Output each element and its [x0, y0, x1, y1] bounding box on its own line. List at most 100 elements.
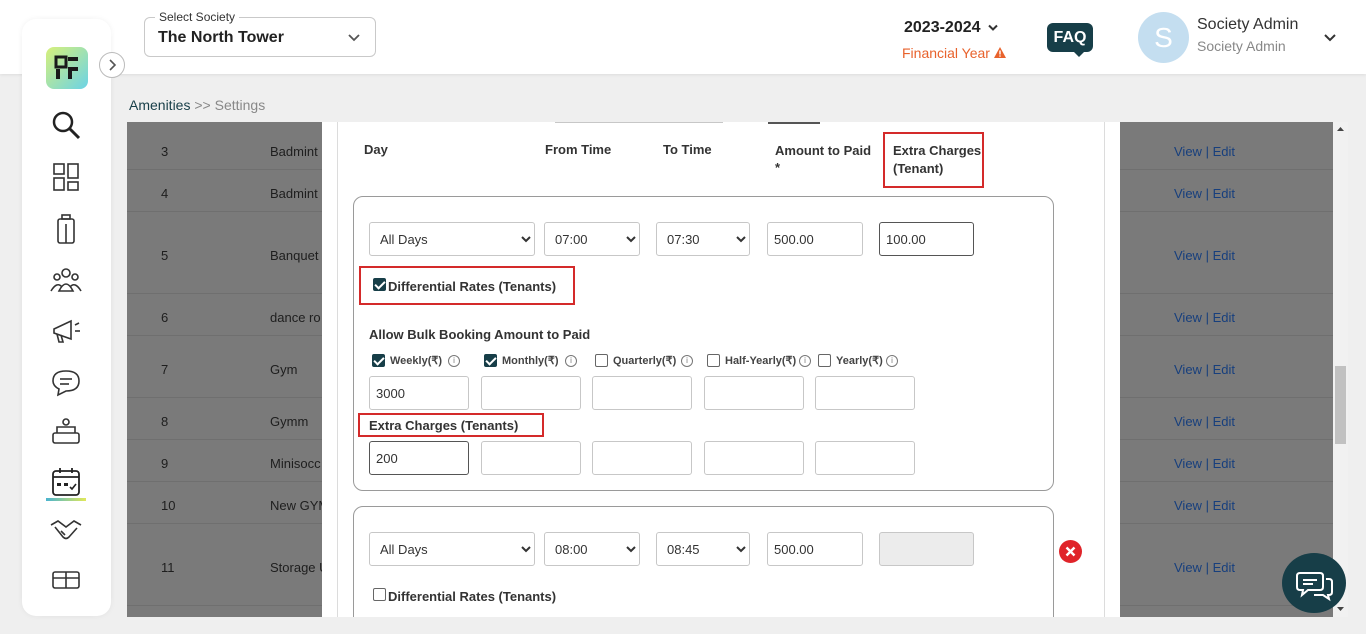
quarterly-checkbox[interactable]: [595, 354, 608, 367]
remove-slot-button[interactable]: [1059, 540, 1082, 563]
input-edge: [555, 122, 723, 123]
user-menu-chevron-icon[interactable]: [1322, 30, 1338, 46]
column-header-day: Day: [364, 142, 388, 157]
edit-link[interactable]: Edit: [1213, 144, 1235, 159]
half-yearly-checkbox[interactable]: [707, 354, 720, 367]
quarterly-extra-input[interactable]: [592, 441, 692, 475]
yearly-label: Yearly(₹): [836, 355, 883, 367]
view-link[interactable]: View: [1174, 248, 1202, 263]
app-logo: [46, 47, 88, 89]
column-header-from-time: From Time: [545, 142, 612, 157]
active-nav-indicator: [46, 498, 86, 501]
half-yearly-label: Half-Yearly(₹): [725, 355, 797, 367]
edit-link[interactable]: Edit: [1213, 414, 1235, 429]
yearly-extra-input[interactable]: [815, 441, 915, 475]
info-icon[interactable]: i: [681, 355, 693, 367]
info-icon[interactable]: i: [565, 355, 577, 367]
chevron-down-icon: [348, 34, 360, 42]
monthly-amount-input[interactable]: [481, 376, 581, 410]
top-header: Select Society The North Tower 2023-2024…: [0, 0, 1366, 74]
chat-bubble-icon: [1296, 572, 1333, 602]
announcement-icon[interactable]: [49, 313, 83, 347]
page-scrollbar[interactable]: [1333, 122, 1348, 617]
from-time-select[interactable]: 07:00: [544, 222, 640, 256]
edit-link[interactable]: Edit: [1213, 560, 1235, 575]
search-icon[interactable]: [49, 108, 83, 142]
info-icon[interactable]: i: [448, 355, 460, 367]
to-time-select[interactable]: 08:45: [656, 532, 750, 566]
day-select[interactable]: All Days: [369, 532, 535, 566]
view-link[interactable]: View: [1174, 560, 1202, 575]
monthly-checkbox[interactable]: [484, 354, 497, 367]
view-link[interactable]: View: [1174, 310, 1202, 325]
half-yearly-amount-input[interactable]: [704, 376, 804, 410]
edit-link[interactable]: Edit: [1213, 310, 1235, 325]
chat-icon[interactable]: [49, 365, 83, 399]
from-time-select[interactable]: 08:00: [544, 532, 640, 566]
financial-year-label: Financial Year: [902, 45, 990, 61]
members-icon[interactable]: [49, 263, 83, 297]
info-icon[interactable]: i: [799, 355, 811, 367]
day-select[interactable]: All Days: [369, 222, 535, 256]
avatar[interactable]: S: [1138, 12, 1189, 63]
edit-link[interactable]: Edit: [1213, 362, 1235, 377]
differential-rates-label: Differential Rates (Tenants): [388, 589, 557, 604]
differential-rates-checkbox[interactable]: [373, 588, 386, 601]
view-link[interactable]: View: [1174, 186, 1202, 201]
dashboard-icon[interactable]: [49, 160, 83, 194]
bulk-booking-label: Allow Bulk Booking Amount to Paid: [369, 327, 591, 342]
breadcrumb-parent[interactable]: Amenities: [129, 97, 190, 113]
financial-year-value: 2023-2024: [904, 19, 981, 36]
breadcrumb-separator: >>: [194, 97, 211, 113]
handshake-icon[interactable]: [49, 513, 83, 547]
column-header-to-time: To Time: [663, 142, 712, 157]
weekly-amount-input[interactable]: [369, 376, 469, 410]
amenity-settings-modal: Day From Time To Time Amount to Paid * Ex…: [322, 122, 1120, 617]
extra-charges-input[interactable]: [879, 222, 974, 256]
sidebar: [22, 19, 111, 616]
close-icon: [1065, 546, 1076, 557]
edit-link[interactable]: Edit: [1213, 248, 1235, 263]
edit-link[interactable]: Edit: [1213, 456, 1235, 471]
financial-year-selector[interactable]: 2023-2024 Financial Year: [902, 19, 1006, 61]
edit-link[interactable]: Edit: [1213, 498, 1235, 513]
chat-support-button[interactable]: [1282, 553, 1346, 613]
to-time-select[interactable]: 07:30: [656, 222, 750, 256]
faq-button[interactable]: FAQ: [1047, 23, 1093, 57]
view-link[interactable]: View: [1174, 456, 1202, 471]
building-icon[interactable]: [49, 212, 83, 246]
yearly-amount-input[interactable]: [815, 376, 915, 410]
calendar-icon[interactable]: [49, 465, 83, 499]
services-icon[interactable]: [49, 415, 83, 449]
view-link[interactable]: View: [1174, 498, 1202, 513]
logo-icon: [54, 55, 78, 79]
breadcrumb: Amenities >> Settings: [129, 97, 265, 113]
sidebar-collapse-button[interactable]: [99, 52, 125, 78]
warning-icon: [993, 47, 1006, 58]
weekly-label: Weekly(₹): [390, 355, 443, 367]
amount-input[interactable]: [767, 222, 863, 256]
society-select[interactable]: Select Society The North Tower: [144, 10, 376, 57]
differential-rates-checkbox[interactable]: [373, 278, 386, 291]
amount-input[interactable]: [767, 532, 863, 566]
weekly-extra-input[interactable]: [369, 441, 469, 475]
yearly-checkbox[interactable]: [818, 354, 831, 367]
user-name: Society Admin: [1197, 16, 1299, 33]
view-link[interactable]: View: [1174, 144, 1202, 159]
weekly-checkbox[interactable]: [372, 354, 385, 367]
column-header-amount: Amount to Paid *: [775, 143, 872, 175]
extra-charges-tenants-label: Extra Charges (Tenants): [369, 418, 519, 433]
edit-link[interactable]: Edit: [1213, 186, 1235, 201]
half-yearly-extra-input[interactable]: [704, 441, 804, 475]
box-icon[interactable]: [49, 563, 83, 597]
view-link[interactable]: View: [1174, 414, 1202, 429]
input-edge: [768, 122, 820, 124]
view-link[interactable]: View: [1174, 362, 1202, 377]
breadcrumb-current: Settings: [214, 97, 266, 113]
monthly-extra-input[interactable]: [481, 441, 581, 475]
quarterly-amount-input[interactable]: [592, 376, 692, 410]
info-icon[interactable]: i: [886, 355, 898, 367]
scroll-up-icon[interactable]: [1333, 123, 1348, 135]
monthly-label: Monthly(₹): [502, 355, 559, 367]
scrollbar-thumb[interactable]: [1335, 366, 1346, 444]
